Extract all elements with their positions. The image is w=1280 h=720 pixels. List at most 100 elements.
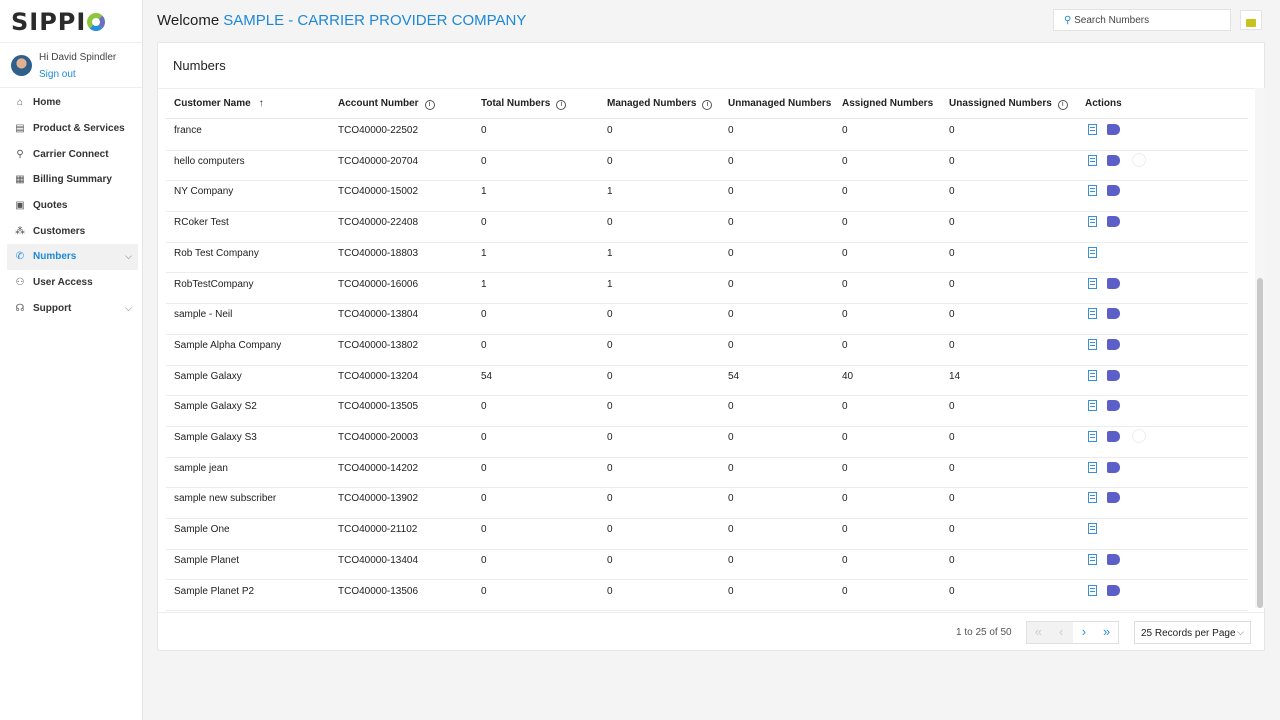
column-header-label: Total Numbers bbox=[481, 98, 551, 109]
table-row: Sample Alpha Company TCO40000-13802 0 0 0 0 0 bbox=[166, 335, 1248, 366]
column-header[interactable]: Customer Name ↑ bbox=[174, 98, 264, 109]
table-cell: 0 bbox=[607, 339, 613, 351]
card-title: Numbers bbox=[173, 58, 226, 73]
table-cell: 14 bbox=[949, 370, 961, 382]
table-cell: 0 bbox=[607, 309, 613, 321]
teams-icon[interactable] bbox=[1107, 492, 1120, 504]
chevron-down-icon: ⌵ bbox=[125, 302, 132, 313]
teams-icon[interactable] bbox=[1107, 154, 1120, 166]
table-cell: 0 bbox=[842, 432, 848, 443]
sippio-logo[interactable]: SIPPI bbox=[11, 8, 106, 36]
table-cell: 0 bbox=[842, 554, 848, 566]
sidebar-item-label: User Access bbox=[33, 277, 93, 289]
table-cell: sample jean bbox=[174, 462, 228, 474]
details-icon[interactable] bbox=[1088, 277, 1097, 289]
chat-button[interactable] bbox=[1240, 10, 1262, 30]
table-cell: 0 bbox=[481, 309, 487, 321]
table-cell: 0 bbox=[728, 309, 734, 321]
teams-icon[interactable] bbox=[1107, 124, 1120, 135]
search-placeholder: Search Numbers bbox=[1074, 15, 1150, 26]
user-greeting: Hi David Spindler bbox=[39, 52, 117, 63]
table-cell: Sample Galaxy bbox=[174, 370, 242, 382]
table-cell: 0 bbox=[481, 524, 487, 536]
sidebar-item-product-services[interactable]: ▤ Product & Services bbox=[7, 116, 138, 142]
table-cell: 0 bbox=[728, 186, 734, 198]
info-icon[interactable]: i bbox=[702, 100, 713, 110]
details-icon[interactable] bbox=[1088, 369, 1097, 381]
sidebar-item-numbers[interactable]: ✆ Numbers ⌵ bbox=[7, 244, 138, 270]
scrollbar-thumb[interactable] bbox=[1257, 278, 1263, 608]
table-cell: TCO40000-13902 bbox=[338, 493, 419, 505]
divider bbox=[158, 612, 1264, 613]
teams-icon[interactable] bbox=[1107, 308, 1120, 320]
teams-icon[interactable] bbox=[1107, 277, 1120, 289]
details-icon[interactable] bbox=[1088, 154, 1097, 166]
sidebar-item-customers[interactable]: ⁂ Customers bbox=[7, 218, 138, 244]
table-row: Sample Planet TCO40000-13404 0 0 0 0 0 bbox=[166, 550, 1248, 581]
table-cell: Sample Alpha Company bbox=[174, 339, 282, 351]
sidebar-item-billing-summary[interactable]: ▦ Billing Summary bbox=[7, 167, 138, 193]
sidebar-item-quotes[interactable]: ▣ Quotes bbox=[7, 193, 138, 219]
table-cell: 0 bbox=[842, 339, 848, 351]
details-icon[interactable] bbox=[1088, 584, 1097, 596]
table-row: RCoker Test TCO40000-22408 0 0 0 0 0 bbox=[166, 212, 1248, 243]
info-icon[interactable]: i bbox=[556, 100, 567, 110]
table-cell: hello computers bbox=[174, 155, 245, 167]
table-cell: 0 bbox=[949, 524, 955, 536]
details-icon[interactable] bbox=[1088, 523, 1097, 535]
details-icon[interactable] bbox=[1088, 400, 1097, 412]
first-page-button[interactable]: « bbox=[1027, 622, 1050, 643]
sidebar-item-support[interactable]: ☊ Support ⌵ bbox=[7, 296, 138, 322]
sidebar-item-carrier-connect[interactable]: ⚲ Carrier Connect bbox=[7, 141, 138, 167]
last-page-button[interactable]: » bbox=[1095, 622, 1118, 643]
next-page-button[interactable]: › bbox=[1073, 622, 1096, 643]
details-icon[interactable] bbox=[1088, 461, 1097, 473]
search-input[interactable]: ⚲ Search Numbers bbox=[1053, 9, 1231, 31]
info-icon[interactable]: i bbox=[424, 100, 435, 110]
column-header: Managed Numbers i bbox=[607, 98, 713, 110]
teams-icon[interactable] bbox=[1107, 185, 1120, 197]
teams-icon[interactable] bbox=[1107, 400, 1120, 412]
details-icon[interactable] bbox=[1088, 338, 1097, 350]
avatar bbox=[11, 55, 32, 76]
teams-icon[interactable] bbox=[1107, 369, 1120, 381]
table-cell: 0 bbox=[607, 125, 613, 136]
sidebar-item-home[interactable]: ⌂ Home bbox=[7, 90, 138, 116]
chevron-down-icon: ⌵ bbox=[125, 251, 132, 262]
teams-icon[interactable] bbox=[1107, 584, 1120, 596]
table-cell: 54 bbox=[481, 370, 493, 382]
sidebar: SIPPI Hi David Spindler Sign out ⌂ Home ▤ P… bbox=[0, 0, 143, 720]
sign-out-link[interactable]: Sign out bbox=[39, 69, 76, 80]
details-icon[interactable] bbox=[1088, 216, 1097, 228]
sidebar-item-user-access[interactable]: ⚇ User Access bbox=[7, 270, 138, 296]
table-cell: 0 bbox=[728, 401, 734, 413]
table-cell: 0 bbox=[728, 462, 734, 474]
table-cell: 1 bbox=[607, 278, 613, 290]
teams-icon[interactable] bbox=[1107, 338, 1120, 350]
details-icon[interactable] bbox=[1088, 185, 1097, 197]
details-icon[interactable] bbox=[1088, 308, 1097, 320]
table-row: sample new subscriber TCO40000-13902 0 0 0 0 0 bbox=[166, 488, 1248, 520]
nav-icon: ✆ bbox=[15, 251, 25, 263]
info-icon[interactable]: i bbox=[1057, 100, 1068, 110]
teams-icon[interactable] bbox=[1107, 461, 1120, 473]
column-header: Actions bbox=[1085, 98, 1122, 109]
company-name: SAMPLE - CARRIER PROVIDER COMPANY bbox=[223, 12, 527, 29]
teams-icon[interactable] bbox=[1107, 216, 1120, 228]
prev-page-button[interactable]: ‹ bbox=[1049, 622, 1073, 643]
teams-icon[interactable] bbox=[1107, 431, 1120, 442]
details-icon[interactable] bbox=[1088, 124, 1097, 135]
sort-arrow-icon[interactable]: ↑ bbox=[259, 98, 264, 109]
table-cell: 40 bbox=[842, 370, 854, 382]
records-per-page-select[interactable]: 25 Records per Page ⌵ bbox=[1134, 621, 1251, 644]
table-cell: 1 bbox=[481, 186, 487, 198]
scrollbar[interactable] bbox=[1255, 88, 1265, 608]
table-cell: TCO40000-13802 bbox=[338, 339, 419, 351]
details-icon[interactable] bbox=[1088, 492, 1097, 504]
nav-icon: ▦ bbox=[15, 174, 25, 186]
teams-icon[interactable] bbox=[1107, 553, 1120, 565]
details-icon[interactable] bbox=[1088, 431, 1097, 442]
details-icon[interactable] bbox=[1088, 246, 1097, 258]
table-cell: TCO40000-14202 bbox=[338, 462, 419, 474]
details-icon[interactable] bbox=[1088, 553, 1097, 565]
